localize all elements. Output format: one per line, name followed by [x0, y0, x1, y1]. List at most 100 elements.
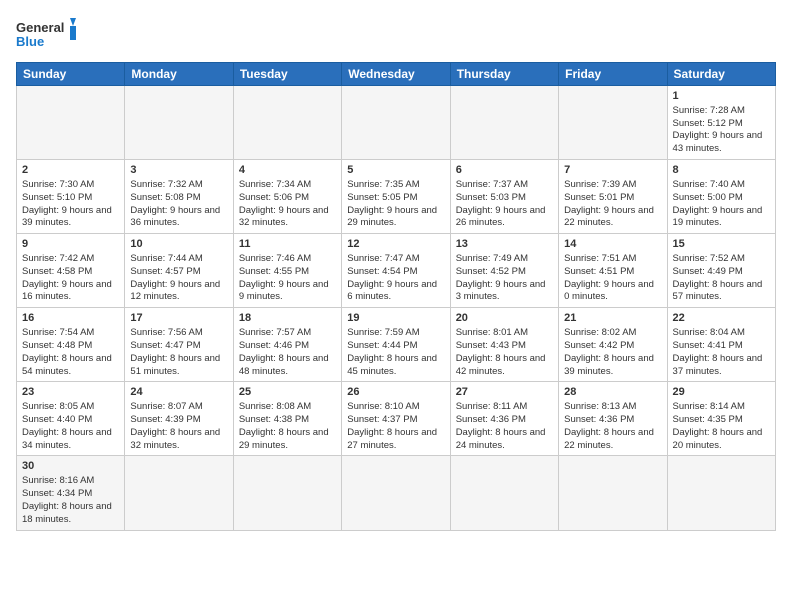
sunset-text: Sunset: 4:49 PM [673, 266, 743, 277]
sunset-text: Sunset: 5:01 PM [564, 192, 634, 203]
calendar-day-cell: 16Sunrise: 7:54 AMSunset: 4:48 PMDayligh… [17, 308, 125, 382]
calendar-day-cell: 12Sunrise: 7:47 AMSunset: 4:54 PMDayligh… [342, 234, 450, 308]
sunrise-text: Sunrise: 7:44 AM [130, 253, 202, 264]
col-wednesday: Wednesday [342, 63, 450, 86]
sunset-text: Sunset: 4:34 PM [22, 488, 92, 499]
daylight-text: Daylight: 9 hours and 16 minutes. [22, 279, 112, 303]
day-number: 17 [130, 311, 227, 326]
sunset-text: Sunset: 4:48 PM [22, 340, 92, 351]
daylight-text: Daylight: 9 hours and 0 minutes. [564, 279, 654, 303]
calendar-day-cell: 21Sunrise: 8:02 AMSunset: 4:42 PMDayligh… [559, 308, 667, 382]
col-sunday: Sunday [17, 63, 125, 86]
daylight-text: Daylight: 8 hours and 48 minutes. [239, 353, 329, 377]
sunrise-text: Sunrise: 7:35 AM [347, 179, 419, 190]
sunset-text: Sunset: 4:58 PM [22, 266, 92, 277]
calendar-week-row: 23Sunrise: 8:05 AMSunset: 4:40 PMDayligh… [17, 382, 776, 456]
sunset-text: Sunset: 5:08 PM [130, 192, 200, 203]
daylight-text: Daylight: 9 hours and 43 minutes. [673, 130, 763, 154]
day-number: 30 [22, 459, 119, 474]
sunset-text: Sunset: 4:44 PM [347, 340, 417, 351]
day-number: 23 [22, 385, 119, 400]
calendar-day-cell: 18Sunrise: 7:57 AM Sunset: 4:46 PM Dayligh… [233, 308, 341, 382]
calendar-day-cell: 15Sunrise: 7:52 AMSunset: 4:49 PMDayligh… [667, 234, 775, 308]
sunset-text: Sunset: 5:06 PM [239, 192, 309, 203]
sunrise-text: Sunrise: 7:40 AM [673, 179, 745, 190]
sunrise-text: Sunrise: 7:59 AM [347, 327, 419, 338]
sunset-text: Sunset: 4:37 PM [347, 414, 417, 425]
sunrise-text: Sunrise: 7:28 AM [673, 105, 745, 116]
sunrise-text: Sunrise: 8:10 AM [347, 401, 419, 412]
sunset-text: Sunset: 4:42 PM [564, 340, 634, 351]
sunrise-text: Sunrise: 7:37 AM [456, 179, 528, 190]
day-number: 11 [239, 237, 336, 252]
sunrise-text: Sunrise: 7:30 AM [22, 179, 94, 190]
sunset-text: Sunset: 5:05 PM [347, 192, 417, 203]
calendar-day-cell [125, 86, 233, 160]
calendar-day-cell: 13Sunrise: 7:49 AMSunset: 4:52 PMDayligh… [450, 234, 558, 308]
calendar-day-cell: 28Sunrise: 8:13 AMSunset: 4:36 PMDayligh… [559, 382, 667, 456]
daylight-text: Daylight: 9 hours and 39 minutes. [22, 205, 112, 229]
day-number: 25 [239, 385, 336, 400]
calendar-day-cell: 2Sunrise: 7:30 AMSunset: 5:10 PMDaylight… [17, 160, 125, 234]
daylight-text: Daylight: 8 hours and 45 minutes. [347, 353, 437, 377]
sunset-text: Sunset: 4:47 PM [130, 340, 200, 351]
day-number: 9 [22, 237, 119, 252]
day-number: 8 [673, 163, 770, 178]
col-friday: Friday [559, 63, 667, 86]
calendar-day-cell [450, 86, 558, 160]
day-number: 27 [456, 385, 553, 400]
sunset-text: Sunset: 4:46 PM [239, 340, 309, 351]
page: General Blue Sunday Monday Tuesday Wedne… [0, 0, 792, 612]
calendar-day-cell [342, 86, 450, 160]
daylight-text: Daylight: 9 hours and 22 minutes. [564, 205, 654, 229]
sunset-text: Sunset: 5:03 PM [456, 192, 526, 203]
calendar-day-cell: 26Sunrise: 8:10 AMSunset: 4:37 PMDayligh… [342, 382, 450, 456]
sunset-text: Sunset: 5:00 PM [673, 192, 743, 203]
daylight-text: Daylight: 8 hours and 51 minutes. [130, 353, 220, 377]
sunset-text: Sunset: 4:57 PM [130, 266, 200, 277]
sunrise-text: Sunrise: 7:42 AM [22, 253, 94, 264]
calendar-day-cell: 30Sunrise: 8:16 AMSunset: 4:34 PMDayligh… [17, 456, 125, 530]
calendar-day-cell: 7Sunrise: 7:39 AMSunset: 5:01 PMDaylight… [559, 160, 667, 234]
sunset-text: Sunset: 4:41 PM [673, 340, 743, 351]
sunset-text: Sunset: 4:51 PM [564, 266, 634, 277]
daylight-text: Daylight: 9 hours and 12 minutes. [130, 279, 220, 303]
day-number: 16 [22, 311, 119, 326]
day-number: 29 [673, 385, 770, 400]
daylight-text: Daylight: 9 hours and 32 minutes. [239, 205, 329, 229]
calendar-day-cell [125, 456, 233, 530]
day-number: 7 [564, 163, 661, 178]
daylight-text: Daylight: 8 hours and 57 minutes. [673, 279, 763, 303]
daylight-text: Daylight: 8 hours and 29 minutes. [239, 427, 329, 451]
svg-text:General: General [16, 20, 64, 35]
calendar-day-cell [233, 456, 341, 530]
sunset-text: Sunset: 4:36 PM [564, 414, 634, 425]
day-number: 13 [456, 237, 553, 252]
sunset-text: Sunset: 5:12 PM [673, 118, 743, 129]
logo: General Blue [16, 16, 76, 54]
day-number: 28 [564, 385, 661, 400]
calendar-day-cell [559, 456, 667, 530]
day-number: 2 [22, 163, 119, 178]
daylight-text: Daylight: 9 hours and 36 minutes. [130, 205, 220, 229]
sunset-text: Sunset: 4:54 PM [347, 266, 417, 277]
sunset-text: Sunset: 4:35 PM [673, 414, 743, 425]
calendar-day-cell [342, 456, 450, 530]
daylight-text: Daylight: 8 hours and 42 minutes. [456, 353, 546, 377]
sunrise-text: Sunrise: 8:14 AM [673, 401, 745, 412]
day-number: 14 [564, 237, 661, 252]
sunrise-text: Sunrise: 8:08 AM [239, 401, 311, 412]
sunrise-text: Sunrise: 7:57 AM [239, 327, 311, 338]
calendar-day-cell: 27Sunrise: 8:11 AMSunset: 4:36 PMDayligh… [450, 382, 558, 456]
col-tuesday: Tuesday [233, 63, 341, 86]
day-number: 18 [239, 311, 336, 326]
day-number: 10 [130, 237, 227, 252]
calendar-day-cell [559, 86, 667, 160]
daylight-text: Daylight: 9 hours and 29 minutes. [347, 205, 437, 229]
calendar-week-row: 1Sunrise: 7:28 AMSunset: 5:12 PMDaylight… [17, 86, 776, 160]
daylight-text: Daylight: 8 hours and 32 minutes. [130, 427, 220, 451]
calendar-week-row: 2Sunrise: 7:30 AMSunset: 5:10 PMDaylight… [17, 160, 776, 234]
daylight-text: Daylight: 8 hours and 34 minutes. [22, 427, 112, 451]
header: General Blue [16, 16, 776, 54]
day-number: 26 [347, 385, 444, 400]
